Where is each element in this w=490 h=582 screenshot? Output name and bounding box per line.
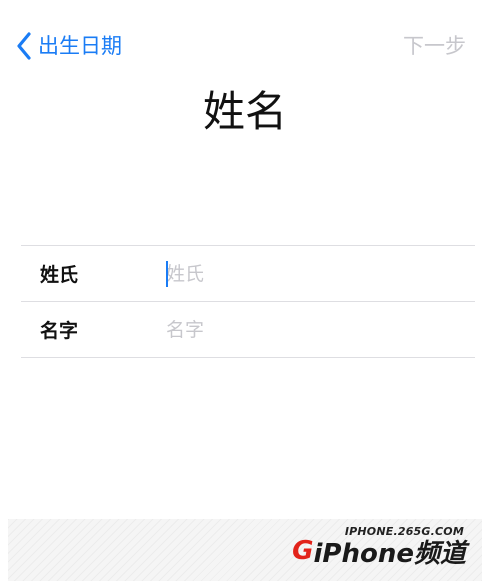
next-button[interactable]: 下一步 xyxy=(403,30,466,62)
last-name-input[interactable] xyxy=(166,256,456,291)
back-button[interactable]: 出生日期 xyxy=(16,30,122,62)
navigation-bar: 出生日期 下一步 xyxy=(0,0,490,92)
watermark-logo: G iPhone频道 xyxy=(292,535,466,569)
watermark-banner: IPHONE.265G.COM G iPhone频道 xyxy=(8,519,482,581)
back-button-label: 出生日期 xyxy=(38,34,122,58)
first-name-input[interactable] xyxy=(166,312,456,347)
last-name-row: 姓氏 xyxy=(21,246,475,302)
page-title: 姓名 xyxy=(202,87,287,136)
chevron-left-icon xyxy=(16,32,32,60)
logo-g-mark: G xyxy=(292,536,314,566)
name-form: 姓氏 名字 xyxy=(21,245,475,358)
first-name-row: 名字 xyxy=(21,302,475,358)
text-cursor xyxy=(166,261,168,287)
last-name-label: 姓氏 xyxy=(40,264,79,286)
first-name-label: 名字 xyxy=(40,320,79,342)
logo-name: iPhone频道 xyxy=(313,538,466,569)
